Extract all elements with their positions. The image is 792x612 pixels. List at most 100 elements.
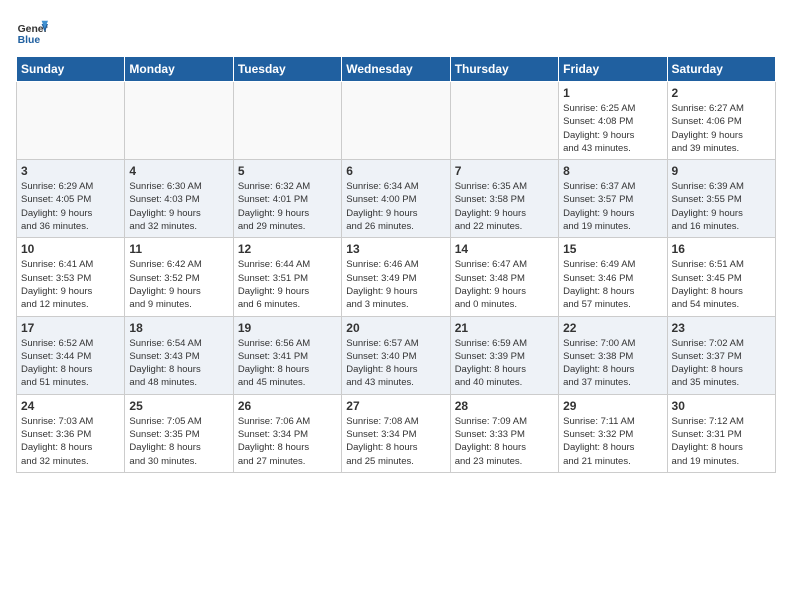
day-info: Sunrise: 6:52 AM Sunset: 3:44 PM Dayligh… <box>21 337 120 390</box>
day-number: 30 <box>672 399 771 413</box>
calendar-day: 23 Sunrise: 7:02 AM Sunset: 3:37 PM Dayli… <box>667 316 775 394</box>
day-info: Sunrise: 7:06 AM Sunset: 3:34 PM Dayligh… <box>238 415 337 468</box>
day-number: 16 <box>672 242 771 256</box>
calendar-day: 1 Sunrise: 6:25 AM Sunset: 4:08 PM Daylig… <box>559 82 667 160</box>
calendar-day: 28 Sunrise: 7:09 AM Sunset: 3:33 PM Dayli… <box>450 394 558 472</box>
logo-icon: General Blue <box>16 16 48 48</box>
calendar-day: 25 Sunrise: 7:05 AM Sunset: 3:35 PM Dayli… <box>125 394 233 472</box>
day-number: 22 <box>563 321 662 335</box>
day-number: 25 <box>129 399 228 413</box>
calendar-day: 2 Sunrise: 6:27 AM Sunset: 4:06 PM Daylig… <box>667 82 775 160</box>
day-info: Sunrise: 6:49 AM Sunset: 3:46 PM Dayligh… <box>563 258 662 311</box>
day-info: Sunrise: 6:57 AM Sunset: 3:40 PM Dayligh… <box>346 337 445 390</box>
calendar-day: 14 Sunrise: 6:47 AM Sunset: 3:48 PM Dayli… <box>450 238 558 316</box>
calendar-day <box>125 82 233 160</box>
calendar-week-2: 3Sunrise: 6:29 AM Sunset: 4:05 PM Daylig… <box>17 160 776 238</box>
day-number: 13 <box>346 242 445 256</box>
day-number: 6 <box>346 164 445 178</box>
day-number: 3 <box>21 164 120 178</box>
calendar-day: 8 Sunrise: 6:37 AM Sunset: 3:57 PM Daylig… <box>559 160 667 238</box>
header-sunday: Sunday <box>17 57 125 82</box>
calendar-day: 17 Sunrise: 6:52 AM Sunset: 3:44 PM Dayli… <box>17 316 125 394</box>
day-number: 11 <box>129 242 228 256</box>
day-info: Sunrise: 6:41 AM Sunset: 3:53 PM Dayligh… <box>21 258 120 311</box>
calendar-day: 15 Sunrise: 6:49 AM Sunset: 3:46 PM Dayli… <box>559 238 667 316</box>
day-info: Sunrise: 7:00 AM Sunset: 3:38 PM Dayligh… <box>563 337 662 390</box>
calendar-day <box>450 82 558 160</box>
header-wednesday: Wednesday <box>342 57 450 82</box>
day-number: 8 <box>563 164 662 178</box>
day-info: Sunrise: 7:09 AM Sunset: 3:33 PM Dayligh… <box>455 415 554 468</box>
calendar-day: 20Sunrise: 6:57 AM Sunset: 3:40 PM Dayli… <box>342 316 450 394</box>
day-info: Sunrise: 6:44 AM Sunset: 3:51 PM Dayligh… <box>238 258 337 311</box>
day-info: Sunrise: 6:34 AM Sunset: 4:00 PM Dayligh… <box>346 180 445 233</box>
day-info: Sunrise: 7:12 AM Sunset: 3:31 PM Dayligh… <box>672 415 771 468</box>
calendar-day: 5Sunrise: 6:32 AM Sunset: 4:01 PM Daylig… <box>233 160 341 238</box>
day-number: 2 <box>672 86 771 100</box>
day-info: Sunrise: 7:08 AM Sunset: 3:34 PM Dayligh… <box>346 415 445 468</box>
day-info: Sunrise: 7:02 AM Sunset: 3:37 PM Dayligh… <box>672 337 771 390</box>
calendar-day: 10 Sunrise: 6:41 AM Sunset: 3:53 PM Dayli… <box>17 238 125 316</box>
day-info: Sunrise: 6:35 AM Sunset: 3:58 PM Dayligh… <box>455 180 554 233</box>
day-info: Sunrise: 6:42 AM Sunset: 3:52 PM Dayligh… <box>129 258 228 311</box>
day-number: 9 <box>672 164 771 178</box>
day-number: 23 <box>672 321 771 335</box>
day-info: Sunrise: 6:27 AM Sunset: 4:06 PM Dayligh… <box>672 102 771 155</box>
day-number: 4 <box>129 164 228 178</box>
calendar-day: 22 Sunrise: 7:00 AM Sunset: 3:38 PM Dayli… <box>559 316 667 394</box>
calendar-day <box>342 82 450 160</box>
day-number: 24 <box>21 399 120 413</box>
day-info: Sunrise: 7:03 AM Sunset: 3:36 PM Dayligh… <box>21 415 120 468</box>
header-tuesday: Tuesday <box>233 57 341 82</box>
calendar-day: 7Sunrise: 6:35 AM Sunset: 3:58 PM Daylig… <box>450 160 558 238</box>
svg-text:Blue: Blue <box>18 35 41 46</box>
day-number: 18 <box>129 321 228 335</box>
day-number: 1 <box>563 86 662 100</box>
calendar-day: 30 Sunrise: 7:12 AM Sunset: 3:31 PM Dayli… <box>667 394 775 472</box>
calendar-header-row: SundayMondayTuesdayWednesdayThursdayFrid… <box>17 57 776 82</box>
calendar-day: 13 Sunrise: 6:46 AM Sunset: 3:49 PM Dayli… <box>342 238 450 316</box>
header-thursday: Thursday <box>450 57 558 82</box>
header-saturday: Saturday <box>667 57 775 82</box>
day-number: 15 <box>563 242 662 256</box>
calendar-week-4: 17 Sunrise: 6:52 AM Sunset: 3:44 PM Dayli… <box>17 316 776 394</box>
calendar-day: 26 Sunrise: 7:06 AM Sunset: 3:34 PM Dayli… <box>233 394 341 472</box>
page-header: General Blue <box>16 16 776 48</box>
calendar-day: 27 Sunrise: 7:08 AM Sunset: 3:34 PM Dayli… <box>342 394 450 472</box>
calendar-day: 29 Sunrise: 7:11 AM Sunset: 3:32 PM Dayli… <box>559 394 667 472</box>
day-number: 28 <box>455 399 554 413</box>
calendar-day: 21 Sunrise: 6:59 AM Sunset: 3:39 PM Dayli… <box>450 316 558 394</box>
calendar-day: 6 Sunrise: 6:34 AM Sunset: 4:00 PM Daylig… <box>342 160 450 238</box>
calendar-day <box>17 82 125 160</box>
day-number: 12 <box>238 242 337 256</box>
day-number: 17 <box>21 321 120 335</box>
day-info: Sunrise: 7:05 AM Sunset: 3:35 PM Dayligh… <box>129 415 228 468</box>
calendar-week-1: 1 Sunrise: 6:25 AM Sunset: 4:08 PM Daylig… <box>17 82 776 160</box>
day-number: 14 <box>455 242 554 256</box>
day-number: 26 <box>238 399 337 413</box>
day-info: Sunrise: 6:47 AM Sunset: 3:48 PM Dayligh… <box>455 258 554 311</box>
day-number: 29 <box>563 399 662 413</box>
day-info: Sunrise: 6:56 AM Sunset: 3:41 PM Dayligh… <box>238 337 337 390</box>
day-info: Sunrise: 6:39 AM Sunset: 3:55 PM Dayligh… <box>672 180 771 233</box>
day-number: 27 <box>346 399 445 413</box>
calendar-day: 3Sunrise: 6:29 AM Sunset: 4:05 PM Daylig… <box>17 160 125 238</box>
day-info: Sunrise: 6:25 AM Sunset: 4:08 PM Dayligh… <box>563 102 662 155</box>
calendar-day: 9 Sunrise: 6:39 AM Sunset: 3:55 PM Daylig… <box>667 160 775 238</box>
calendar-day <box>233 82 341 160</box>
calendar-day: 11 Sunrise: 6:42 AM Sunset: 3:52 PM Dayli… <box>125 238 233 316</box>
calendar-day: 16Sunrise: 6:51 AM Sunset: 3:45 PM Dayli… <box>667 238 775 316</box>
day-number: 5 <box>238 164 337 178</box>
day-number: 19 <box>238 321 337 335</box>
calendar-day: 12 Sunrise: 6:44 AM Sunset: 3:51 PM Dayli… <box>233 238 341 316</box>
day-number: 21 <box>455 321 554 335</box>
day-number: 10 <box>21 242 120 256</box>
calendar-day: 24 Sunrise: 7:03 AM Sunset: 3:36 PM Dayli… <box>17 394 125 472</box>
day-info: Sunrise: 6:46 AM Sunset: 3:49 PM Dayligh… <box>346 258 445 311</box>
calendar-day: 18 Sunrise: 6:54 AM Sunset: 3:43 PM Dayli… <box>125 316 233 394</box>
day-info: Sunrise: 7:11 AM Sunset: 3:32 PM Dayligh… <box>563 415 662 468</box>
header-monday: Monday <box>125 57 233 82</box>
day-info: Sunrise: 6:54 AM Sunset: 3:43 PM Dayligh… <box>129 337 228 390</box>
day-info: Sunrise: 6:37 AM Sunset: 3:57 PM Dayligh… <box>563 180 662 233</box>
day-info: Sunrise: 6:59 AM Sunset: 3:39 PM Dayligh… <box>455 337 554 390</box>
